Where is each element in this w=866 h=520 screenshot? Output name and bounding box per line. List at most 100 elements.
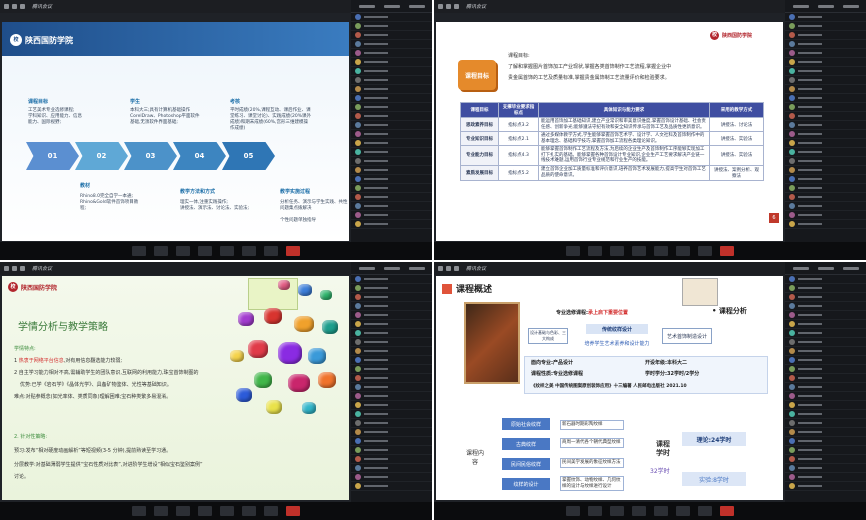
objective-table: 课程目标 支撑毕业要求指标点 具体知识与能力要求 采用的教学方式 思政素养目标 … xyxy=(460,102,764,181)
table-row: 素质发展目标 指标点5.2 建立首饰企业加工质量标准和评价意识,培养首饰艺术发展… xyxy=(460,164,764,181)
point-2: 2 自主学习能力相对不高,需辅助学生的团队意识,互联网的利用能力,珠宝首饰制图的 xyxy=(14,370,199,376)
layout-icon[interactable] xyxy=(20,4,25,9)
textbook-line-2: Rhino&Gold软件首饰项目教 xyxy=(80,200,139,205)
school-name: 陕西国防学院 xyxy=(25,35,73,45)
menu-icon[interactable] xyxy=(438,266,443,271)
textbook-line-3: 程; xyxy=(80,206,87,211)
app-button[interactable] xyxy=(264,506,278,516)
mic-button[interactable] xyxy=(132,506,146,516)
content-item-4: 纹样的设计 xyxy=(502,478,550,490)
current-course: 传统纹样设计 xyxy=(586,324,648,334)
step-02: 02 xyxy=(75,142,128,170)
emblem-icon: 校 xyxy=(710,31,719,40)
members-button[interactable] xyxy=(198,506,212,516)
chat-button[interactable] xyxy=(220,506,234,516)
camera-button[interactable] xyxy=(588,246,602,256)
label-student: 学生 xyxy=(130,99,141,105)
layout-icon[interactable] xyxy=(454,4,459,9)
chat-button[interactable] xyxy=(220,246,234,256)
label-exam: 考核 xyxy=(230,99,241,105)
table-row: 思政素养目标 指标点3.2 能运用首饰加工基础知识,建立产业常识和审美意识维度,… xyxy=(460,117,764,132)
window-icon[interactable] xyxy=(446,266,451,271)
hours-label: 课程学时 xyxy=(656,440,670,457)
course-info-panel: 面向专业:产品设计 开设年级:本科大二 课程性质:专业选修课程 学时学分:32学… xyxy=(524,356,768,394)
shared-window-thumbnail xyxy=(248,278,298,310)
label-textbook: 教材 xyxy=(80,183,91,189)
meeting-toolbar xyxy=(434,242,866,260)
end-meeting-button[interactable] xyxy=(286,506,300,516)
members-button[interactable] xyxy=(198,246,212,256)
end-meeting-button[interactable] xyxy=(720,506,734,516)
chat-button[interactable] xyxy=(654,506,668,516)
emblem-icon: 校 xyxy=(8,282,18,292)
course-position: 专业选修课程:承上启下重要位置 xyxy=(556,310,629,316)
meeting-window-bottom-right: 腾讯会议 课程概述 • 课程分析 专业选修课程:承上启下重要位置 设计基础与色彩… xyxy=(434,262,866,520)
mic-button[interactable] xyxy=(132,246,146,256)
student-line-3: 基础,无须软件界面基础; xyxy=(130,120,178,125)
app-button[interactable] xyxy=(698,246,712,256)
meeting-window-top-right: 腾讯会议 校 陕西国防学院 课程目标 课程目标: 了解和掌握图片首饰加工产业现状… xyxy=(434,0,866,260)
goal-line-3: 能力、国际视野; xyxy=(28,120,62,125)
page-number: 6 xyxy=(769,213,779,223)
record-button[interactable] xyxy=(676,506,690,516)
step-03: 03 xyxy=(124,142,177,170)
end-meeting-button[interactable] xyxy=(720,246,734,256)
objective-badge: 课程目标 xyxy=(458,60,496,90)
content-item-2: 古典纹样 xyxy=(502,438,550,450)
col-goal: 课程目标 xyxy=(460,102,499,118)
share-button[interactable] xyxy=(176,246,190,256)
menu-icon[interactable] xyxy=(4,4,9,9)
app-button[interactable] xyxy=(698,506,712,516)
window-icon[interactable] xyxy=(446,4,451,9)
school-logo: 校 陕西国防学院 xyxy=(8,282,57,292)
layout-icon[interactable] xyxy=(20,266,25,271)
impl-line-2: 个性问题单独指导 xyxy=(280,218,316,223)
course-content-label: 课程内容 xyxy=(465,450,484,466)
app-button[interactable] xyxy=(264,246,278,256)
members-button[interactable] xyxy=(632,246,646,256)
members-button[interactable] xyxy=(632,506,646,516)
camera-button[interactable] xyxy=(588,506,602,516)
process-arrows: 01 02 03 04 05 xyxy=(26,142,275,170)
lab-hours: 实验:8学时 xyxy=(682,472,746,486)
label-implementation: 教学实施过程 xyxy=(280,189,311,195)
mic-button[interactable] xyxy=(566,506,580,516)
window-icon[interactable] xyxy=(12,266,17,271)
slide-heading: 课程概述 xyxy=(456,285,493,295)
table-row: 专业知识目标 指标点2.1 通过多媒体教学方式,学生能够掌握首饰艺术学、设计学、… xyxy=(460,131,764,146)
camera-button[interactable] xyxy=(154,506,168,516)
hours-total: 32学时 xyxy=(650,468,670,475)
book-cover-image xyxy=(464,302,520,384)
content-desc-4: 掌握纹饰、动物纹样、几何纹样的设计与纹样进行设计 xyxy=(560,476,624,491)
share-button[interactable] xyxy=(610,506,624,516)
meeting-window-top-left: 腾讯会议 校 陕西国防学院 课程目标 工艺美术专业选修课程; 学科知识、应用能力… xyxy=(0,0,432,260)
course-outcome: 培养学生艺术素养和设计能力 xyxy=(584,340,650,347)
share-button[interactable] xyxy=(176,506,190,516)
slide-learning-analysis: 校 陕西国防学院 学情分析与教学策略 学情特点: 1 热衷于网络平台信息,对有用… xyxy=(2,276,349,500)
window-title: 腾讯会议 xyxy=(32,4,53,10)
record-button[interactable] xyxy=(242,246,256,256)
slide-course-intro: 校 陕西国防学院 课程目标 工艺美术专业选修课程; 学科知识、应用能力、信息 能… xyxy=(2,22,349,241)
section-1-title: 学情特点: xyxy=(14,346,36,352)
participant-panel xyxy=(785,262,866,502)
meeting-toolbar xyxy=(434,502,866,520)
record-button[interactable] xyxy=(676,246,690,256)
record-button[interactable] xyxy=(242,506,256,516)
camera-button[interactable] xyxy=(154,246,168,256)
meeting-window-bottom-left: 腾讯会议 校 陕西国防学院 学情分析与教学策略 学情特点: 1 热衷于网络平台信… xyxy=(0,262,432,520)
meeting-toolbar xyxy=(0,242,432,260)
window-title: 腾讯会议 xyxy=(466,4,487,10)
strategy-discuss: 讨论。 xyxy=(14,474,30,480)
chat-button[interactable] xyxy=(654,246,668,256)
school-logo: 校 陕西国防学院 xyxy=(10,34,73,46)
menu-icon[interactable] xyxy=(4,266,9,271)
mic-button[interactable] xyxy=(566,246,580,256)
step-05: 05 xyxy=(222,142,275,170)
menu-icon[interactable] xyxy=(438,4,443,9)
share-button[interactable] xyxy=(610,246,624,256)
layout-icon[interactable] xyxy=(454,266,459,271)
window-icon[interactable] xyxy=(12,4,17,9)
end-meeting-button[interactable] xyxy=(286,246,300,256)
point-difficulty: 难点:对贴参概念(如光率体、类质同象)理解困难;宝石种类繁多易混淆。 xyxy=(14,394,172,400)
objective-intro-line-1: 了解和掌握图片首饰加工产业现状,掌握各类首饰制作工艺流程,掌握企业中 xyxy=(508,64,672,70)
